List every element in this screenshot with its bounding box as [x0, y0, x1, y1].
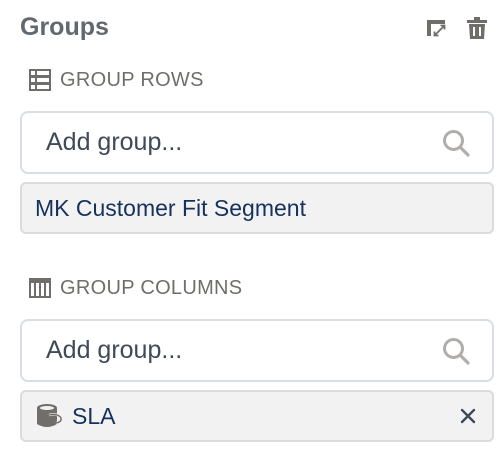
delete-groups-button[interactable] [463, 14, 491, 42]
panel-title: Groups [20, 13, 109, 41]
columns-icon [28, 276, 52, 300]
group-columns-item[interactable]: SLA [20, 390, 494, 442]
groups-header: Groups [20, 10, 490, 46]
group-rows-label-text: GROUP ROWS [60, 68, 204, 91]
remove-group-button[interactable] [456, 404, 480, 428]
swap-axes-icon [427, 20, 446, 37]
group-rows-search [20, 111, 494, 174]
group-columns-label: GROUP COLUMNS [28, 275, 242, 301]
search-icon[interactable] [442, 129, 470, 157]
group-columns-label-text: GROUP COLUMNS [60, 276, 243, 299]
swap-rows-columns-button[interactable] [423, 14, 451, 42]
group-rows-item[interactable]: MK Customer Fit Segment [20, 182, 494, 234]
group-rows-item-label: MK Customer Fit Segment [35, 194, 306, 221]
group-columns-search [20, 319, 494, 382]
group-columns-item-label: SLA [72, 402, 116, 429]
groups-panel: Groups GROUP ROWS Add group... MK Custom… [0, 0, 500, 456]
group-rows-label: GROUP ROWS [28, 67, 204, 93]
trash-icon [467, 17, 487, 39]
close-icon [460, 408, 476, 424]
group-columns-search-input[interactable] [46, 321, 426, 380]
bucket-field-icon [34, 401, 64, 431]
search-icon[interactable] [442, 337, 470, 365]
group-rows-search-input[interactable] [46, 113, 426, 172]
rows-list-icon [28, 68, 52, 92]
